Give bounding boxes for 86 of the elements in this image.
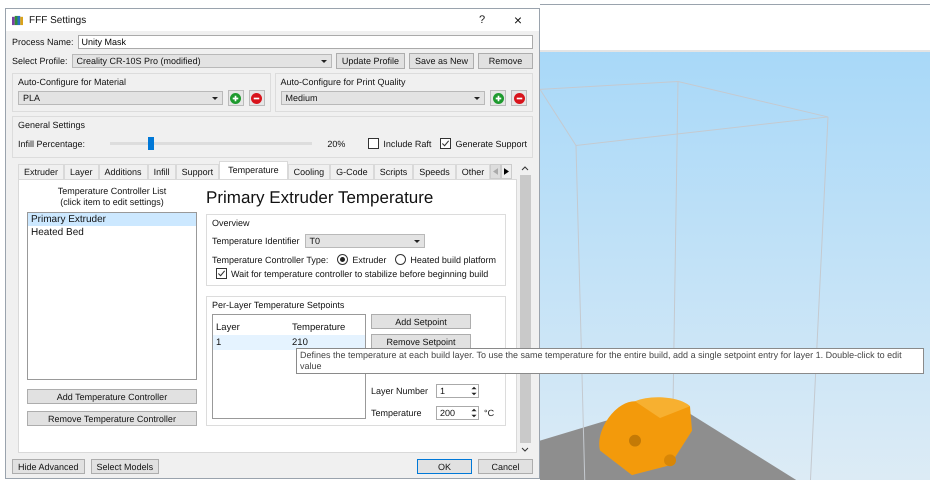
profile-button[interactable]: Update Profile: [336, 53, 405, 69]
radio-button[interactable]: [337, 254, 348, 265]
process-name-label: Process Name:: [12, 37, 74, 47]
group-title: Auto-Configure for Print Quality: [280, 77, 407, 87]
setpoint-button[interactable]: Remove Setpoint: [371, 334, 471, 349]
controller-button[interactable]: Remove Temperature Controller: [27, 411, 197, 426]
list-title: Temperature Controller List: [56, 186, 168, 196]
checkbox[interactable]: [216, 268, 227, 279]
group-title: General Settings: [18, 120, 86, 130]
controller-button[interactable]: Add Temperature Controller: [27, 389, 197, 404]
settings-tab[interactable]: Additions: [98, 164, 148, 179]
add-button[interactable]: [490, 90, 506, 106]
type-radio[interactable]: Extruder: [337, 254, 386, 265]
scroll-up-icon[interactable]: [521, 165, 529, 171]
settings-tab[interactable]: Infill: [148, 164, 176, 179]
layer-number-field[interactable]: 1: [436, 384, 479, 398]
infill-label: Infill Percentage:: [18, 138, 86, 148]
close-button[interactable]: ×: [503, 12, 533, 28]
temperature-field[interactable]: 200: [436, 406, 479, 420]
settings-tab[interactable]: Support: [176, 164, 220, 179]
radio-button[interactable]: [395, 254, 406, 265]
plus-icon: [230, 92, 241, 104]
option-checkbox[interactable]: Generate Support: [440, 138, 527, 149]
settings-tab[interactable]: Temperature: [219, 161, 288, 179]
unit-label: °C: [484, 408, 494, 418]
window-title: FFF Settings: [29, 14, 88, 26]
add-button[interactable]: [228, 90, 244, 106]
config-dropdown[interactable]: PLA: [18, 91, 222, 105]
plus-icon: [492, 92, 504, 104]
identifier-dropdown[interactable]: T0: [304, 234, 425, 248]
table-cell-text: 210: [291, 336, 309, 350]
settings-tab[interactable]: Layer: [64, 164, 99, 179]
profile-button[interactable]: Remove: [478, 53, 533, 69]
checkbox[interactable]: [368, 138, 380, 149]
tooltip: Defines the temperature at each build layer. To use the same temperature for the entire build, add a single setpoint entry for layer 1. Double-click to edit value: [296, 348, 924, 374]
caret-icon: [320, 60, 327, 62]
settings-tab[interactable]: Scripts: [374, 164, 414, 179]
help-button[interactable]: ?: [467, 14, 497, 26]
layer-number-label: Layer Number: [371, 386, 430, 396]
settings-tab[interactable]: Cooling: [288, 164, 330, 179]
scroll-down-icon[interactable]: [521, 447, 529, 453]
group-title: Overview: [212, 218, 251, 228]
caret-icon: [414, 240, 420, 242]
footer-button[interactable]: Select Models: [90, 459, 160, 474]
settings-tab[interactable]: Speeds: [413, 164, 456, 179]
list-item[interactable]: Primary Extruder: [28, 213, 196, 226]
identifier-label: Temperature Identifier: [212, 236, 300, 246]
caret-icon: [474, 96, 480, 100]
profile-label: Select Profile:: [12, 56, 68, 66]
type-radio[interactable]: Heated build platform: [395, 254, 496, 265]
checkbox[interactable]: [440, 138, 452, 149]
footer-button[interactable]: OK: [417, 459, 472, 474]
section-heading: Primary Extruder Temperature: [206, 188, 434, 208]
settings-tab[interactable]: Extruder: [18, 164, 64, 179]
minus-icon: [514, 92, 524, 104]
minus-icon: [251, 92, 262, 104]
spinner-arrows-icon[interactable]: [470, 385, 478, 397]
wait-checkbox[interactable]: Wait for temperature controller to stabilize before beginning build: [216, 268, 500, 279]
list-hint: (click item to edit settings): [59, 197, 165, 207]
settings-tab[interactable]: G-Code: [330, 164, 374, 179]
group-title: Auto-Configure for Material: [18, 77, 128, 87]
group-title: Per-Layer Temperature Setpoints: [212, 300, 346, 310]
footer-button[interactable]: Cancel: [478, 459, 533, 474]
table-cell-text: 1: [215, 336, 222, 350]
setpoint-button[interactable]: Add Setpoint: [371, 314, 471, 329]
infill-value: 20%: [327, 138, 346, 148]
caret-icon: [212, 96, 218, 100]
footer-button[interactable]: Hide Advanced: [12, 459, 85, 474]
column-header[interactable]: Layer: [213, 320, 289, 335]
table-row[interactable]: 1 210: [213, 335, 365, 350]
remove-button[interactable]: [248, 90, 264, 106]
slider-thumb[interactable]: [148, 137, 154, 150]
remove-button[interactable]: [511, 90, 527, 106]
app-logo-icon: [12, 14, 23, 26]
spinner-arrows-icon[interactable]: [470, 407, 478, 419]
profile-dropdown[interactable]: Creality CR-10S Pro (modified): [72, 54, 332, 68]
list-item[interactable]: Heated Bed: [28, 226, 196, 239]
profile-button[interactable]: Save as New: [408, 53, 474, 69]
settings-tab[interactable]: Other: [456, 164, 490, 179]
process-name-field[interactable]: Unity Mask: [78, 35, 533, 49]
config-dropdown[interactable]: Medium: [280, 91, 485, 105]
tab-scroll-right-icon[interactable]: [501, 164, 512, 179]
temperature-label: Temperature: [371, 408, 423, 418]
option-checkbox[interactable]: Include Raft: [368, 138, 432, 149]
column-header[interactable]: Temperature: [289, 320, 365, 335]
type-label: Temperature Controller Type:: [212, 254, 328, 264]
